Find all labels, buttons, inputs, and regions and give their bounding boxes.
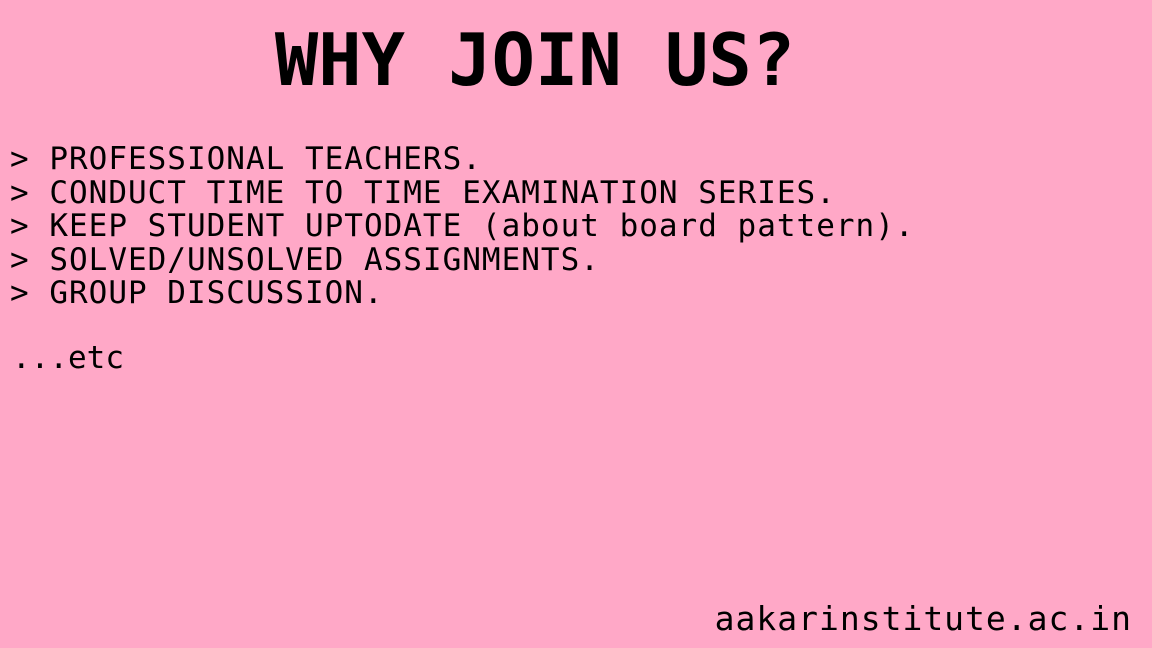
points-list: > PROFESSIONAL TEACHERS. > CONDUCT TIME …: [10, 141, 915, 311]
list-item: > CONDUCT TIME TO TIME EXAMINATION SERIE…: [10, 174, 836, 211]
list-item: > PROFESSIONAL TEACHERS.: [10, 141, 482, 177]
list-item: > GROUP DISCUSSION.: [10, 275, 384, 311]
list-item: > SOLVED/UNSOLVED ASSIGNMENTS.: [10, 241, 600, 278]
etc-text: ...etc: [12, 340, 124, 376]
website-text: aakarinstitute.ac.in: [714, 599, 1132, 638]
slide-title: WHY JOIN US?: [274, 18, 796, 102]
list-item: > KEEP STUDENT UPTODATE (about board pat…: [10, 208, 915, 244]
slide: WHY JOIN US? > PROFESSIONAL TEACHERS. > …: [0, 0, 1152, 648]
